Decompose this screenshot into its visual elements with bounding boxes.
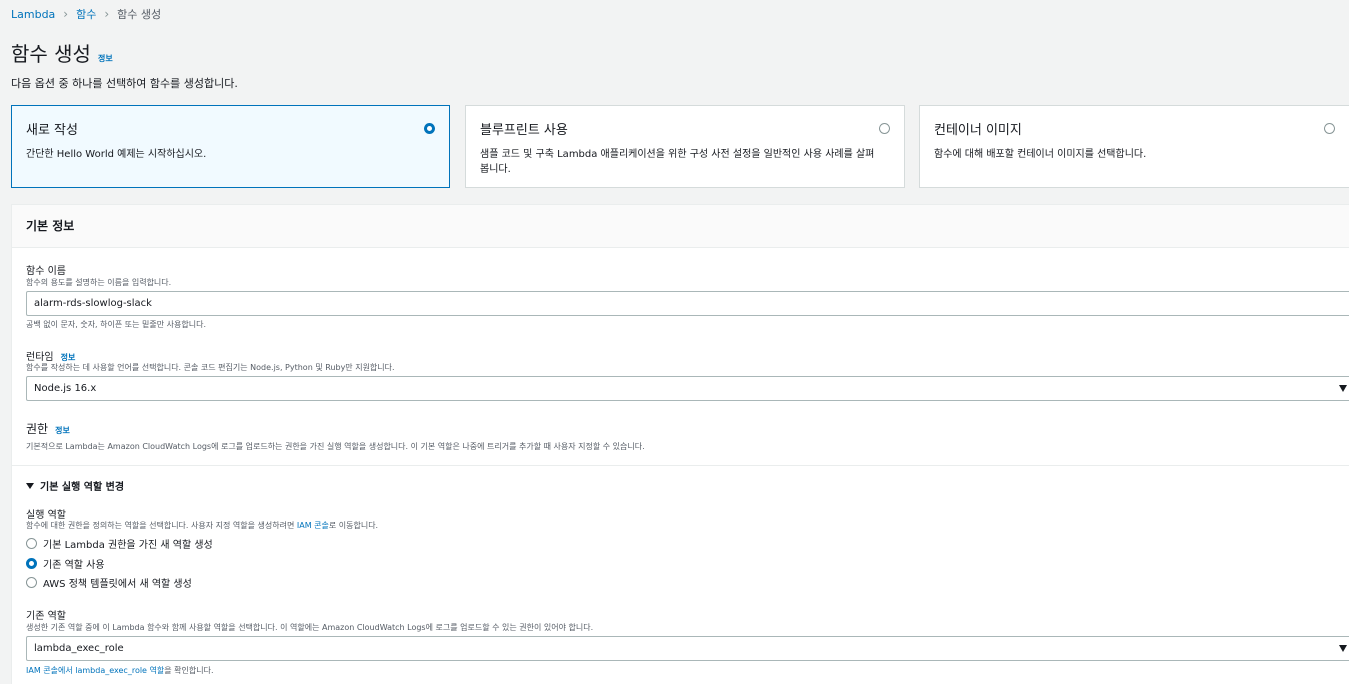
option-radio[interactable]: [1324, 123, 1335, 134]
option-author-from-scratch[interactable]: 새로 작성 간단한 Hello World 예제는 시작하십시오.: [11, 105, 450, 188]
option-container-image[interactable]: 컨테이너 이미지 함수에 대해 배포할 컨테이너 이미지를 선택합니다.: [919, 105, 1349, 188]
divider: [12, 465, 1349, 466]
panel-header: 기본 정보: [12, 205, 1349, 248]
permissions-desc: 기본적으로 Lambda는 Amazon CloudWatch Logs에 로그…: [26, 442, 645, 451]
caret-down-icon: [1339, 385, 1347, 392]
iam-console-link[interactable]: IAM 콘솔: [297, 521, 329, 530]
role-radio[interactable]: [26, 558, 37, 569]
exec-role-label: 실행 역할: [26, 510, 66, 521]
function-name-desc: 함수의 용도를 설명하는 이름을 입력합니다.: [26, 278, 172, 287]
page-description: 다음 옵션 중 하나를 선택하여 함수를 생성합니다.: [11, 77, 238, 90]
option-title: 컨테이너 이미지: [934, 123, 1022, 138]
permissions-title: 권한: [26, 422, 49, 436]
breadcrumb: Lambda › 함수 › 함수 생성: [11, 6, 161, 22]
runtime-label: 런타임 정보: [26, 352, 76, 363]
role-option-existing[interactable]: 기존 역할 사용: [26, 556, 105, 571]
function-name-hint: 공백 없이 문자, 숫자, 하이픈 또는 밑줄만 사용합니다.: [26, 320, 206, 329]
caret-down-icon: [1339, 645, 1347, 652]
existing-role-desc: 생성한 기존 역할 중에 이 Lambda 함수와 함께 사용할 역할을 선택합…: [26, 623, 594, 632]
caret-down-icon: [26, 482, 34, 489]
existing-role-select[interactable]: lambda_exec_role: [26, 636, 1349, 661]
permissions-title-row: 권한 정보: [26, 420, 70, 437]
option-radio[interactable]: [424, 123, 435, 134]
option-radio[interactable]: [879, 123, 890, 134]
page-title: 함수 생성: [11, 42, 91, 66]
breadcrumb-lambda[interactable]: Lambda: [11, 8, 55, 21]
breadcrumb-functions[interactable]: 함수: [76, 6, 96, 22]
existing-role-footer: IAM 콘솔에서 lambda_exec_role 역할을 확인합니다.: [26, 666, 214, 675]
option-title: 새로 작성: [26, 123, 78, 138]
option-desc: 샘플 코드 및 구축 Lambda 애플리케이션을 위한 구성 사전 설정을 일…: [480, 149, 875, 175]
option-desc: 함수에 대해 배포할 컨테이너 이미지를 선택합니다.: [934, 149, 1147, 160]
role-option-new-basic[interactable]: 기본 Lambda 권한을 가진 새 역할 생성: [26, 536, 213, 551]
page-info-link[interactable]: 정보: [98, 53, 113, 64]
option-use-blueprint[interactable]: 블루프린트 사용 샘플 코드 및 구축 Lambda 애플리케이션을 위한 구성…: [465, 105, 905, 188]
option-desc: 간단한 Hello World 예제는 시작하십시오.: [26, 149, 207, 160]
runtime-desc: 함수를 작성하는 데 사용할 언어를 선택합니다. 콘솔 코드 편집기는 Nod…: [26, 363, 395, 372]
existing-role-value: lambda_exec_role: [34, 643, 124, 654]
role-option-policy-template[interactable]: AWS 정책 템플릿에서 새 역할 생성: [26, 575, 192, 590]
existing-role-label: 기존 역할: [26, 611, 66, 622]
page-title-row: 함수 생성 정보: [11, 38, 113, 67]
breadcrumb-current: 함수 생성: [117, 8, 162, 21]
chevron-right-icon: ›: [63, 7, 69, 21]
option-title: 블루프린트 사용: [480, 123, 568, 138]
exec-role-desc: 함수에 대한 권한을 정의하는 역할을 선택합니다. 사용자 지정 역할을 생성…: [26, 521, 379, 530]
runtime-select[interactable]: Node.js 16.x: [26, 376, 1349, 401]
chevron-right-icon: ›: [104, 7, 110, 21]
basic-info-panel: 기본 정보 함수 이름 함수의 용도를 설명하는 이름을 입력합니다. alar…: [11, 204, 1349, 684]
view-role-link[interactable]: IAM 콘솔에서 lambda_exec_role 역할: [26, 666, 164, 675]
role-radio[interactable]: [26, 577, 37, 588]
function-name-input[interactable]: alarm-rds-slowlog-slack: [26, 291, 1349, 316]
change-role-expander[interactable]: 기본 실행 역할 변경: [26, 478, 124, 493]
function-name-label: 함수 이름: [26, 266, 66, 277]
permissions-info-link[interactable]: 정보: [55, 425, 70, 436]
role-radio[interactable]: [26, 538, 37, 549]
runtime-value: Node.js 16.x: [34, 383, 97, 394]
